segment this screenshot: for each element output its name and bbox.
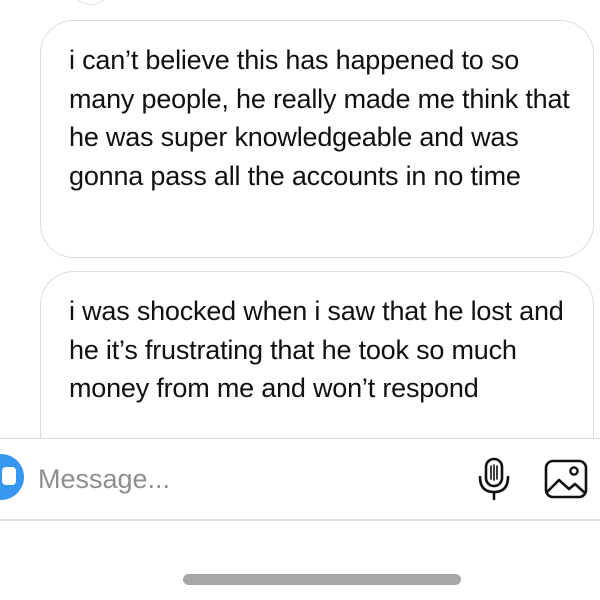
microphone-icon[interactable]	[474, 456, 514, 502]
camera-button[interactable]	[0, 454, 24, 500]
message-input[interactable]	[38, 461, 438, 497]
home-indicator[interactable]	[183, 574, 461, 585]
message-text: i was shocked when i saw that he lost an…	[69, 296, 564, 403]
composer-bottom-divider	[0, 519, 600, 521]
message-composer	[0, 439, 600, 519]
message-text: i can’t believe this has happened to so …	[69, 45, 570, 191]
dm-screen: i can’t believe this has happened to so …	[0, 0, 600, 600]
message-thread[interactable]: i can’t believe this has happened to so …	[0, 0, 600, 438]
message-bubble[interactable]: i was shocked when i saw that he lost an…	[40, 271, 594, 438]
camera-icon	[2, 467, 16, 485]
gallery-icon[interactable]	[544, 459, 588, 499]
message-bubble[interactable]: i can’t believe this has happened to so …	[40, 20, 594, 258]
